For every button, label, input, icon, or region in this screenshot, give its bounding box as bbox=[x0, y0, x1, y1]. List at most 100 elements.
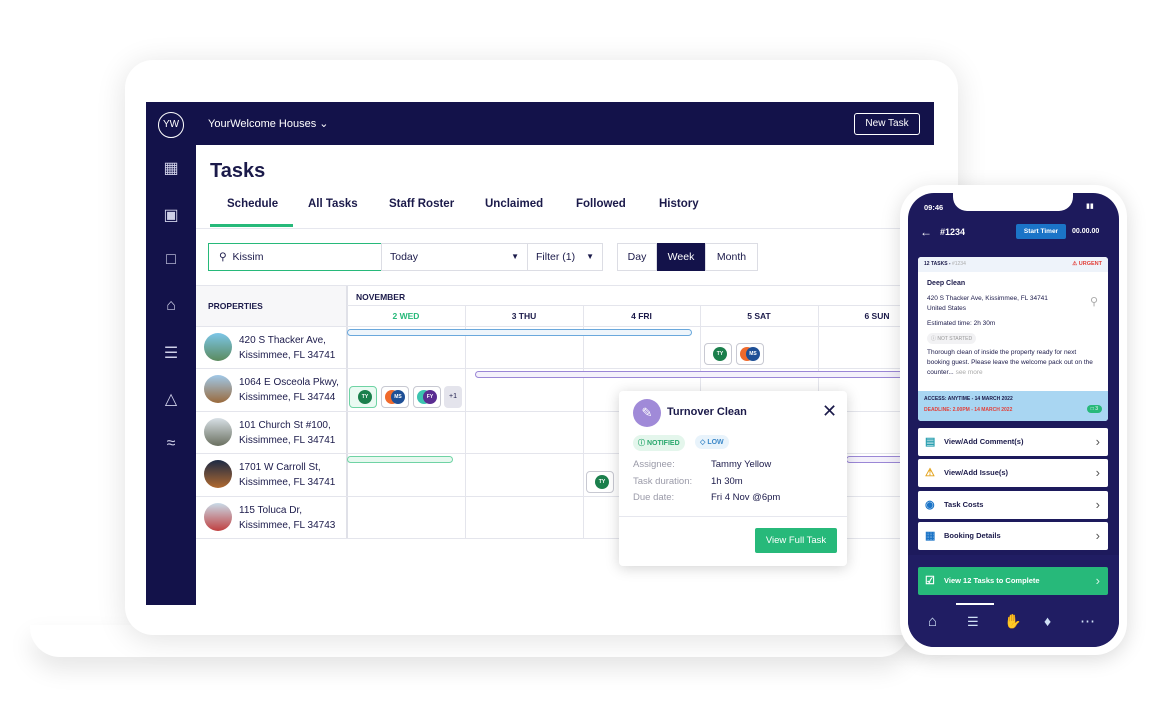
task-chip[interactable]: TY bbox=[586, 471, 614, 493]
see-more-link[interactable]: see more bbox=[956, 369, 983, 376]
task-chip[interactable]: MS bbox=[381, 386, 409, 408]
property-city: Kissimmee, FL 34744 bbox=[239, 392, 336, 403]
org-name: YourWelcome Houses bbox=[208, 118, 317, 130]
analytics-icon[interactable]: ≈ bbox=[161, 435, 181, 455]
properties-header: PROPERTIES bbox=[208, 301, 263, 311]
task-card[interactable]: 12 TASKS - #1234 ⚠ URGENT Deep Clean 420… bbox=[918, 257, 1108, 421]
month-label: NOVEMBER bbox=[356, 292, 406, 302]
chevron-right-icon: › bbox=[1095, 497, 1100, 512]
org-switcher[interactable]: YourWelcome Houses ⌄ bbox=[208, 117, 329, 130]
app-logo[interactable]: YW bbox=[158, 112, 184, 138]
search-input[interactable]: ⚲ Kissim bbox=[208, 243, 382, 271]
phone-notch bbox=[953, 193, 1073, 211]
task-address: 420 S Thacker Ave, Kissimmee, FL 34741 Un… bbox=[927, 295, 1048, 312]
property-icon[interactable]: ⌂ bbox=[161, 297, 181, 317]
property-city: Kissimmee, FL 34741 bbox=[239, 477, 336, 488]
tab-unclaimed[interactable]: Unclaimed bbox=[485, 198, 543, 210]
avatar: FY bbox=[423, 390, 437, 404]
property-address: 115 Toluca Dr, bbox=[239, 505, 303, 516]
bell-icon[interactable]: ♦ bbox=[1044, 613, 1051, 629]
popover-title: Turnover Clean bbox=[667, 406, 747, 418]
property-thumbnail bbox=[204, 375, 232, 403]
property-row-3[interactable]: 101 Church St #100, Kissimmee, FL 34741 bbox=[239, 418, 335, 448]
home-icon[interactable]: ⌂ bbox=[928, 613, 937, 630]
hand-icon[interactable]: ✋ bbox=[1004, 613, 1021, 630]
estimated-time: Estimated time: 2h 30m bbox=[927, 320, 996, 327]
tab-staff-roster[interactable]: Staff Roster bbox=[389, 198, 454, 210]
menu-task-costs[interactable]: ◉ Task Costs › bbox=[918, 491, 1108, 519]
filter-value: Filter (1) bbox=[536, 251, 576, 263]
tasks-icon[interactable]: ☰ bbox=[161, 343, 181, 363]
property-thumbnail bbox=[204, 418, 232, 446]
chevron-right-icon: › bbox=[1095, 465, 1100, 480]
assignee-label: Assignee: bbox=[633, 459, 675, 470]
property-row-1[interactable]: 420 S Thacker Ave, Kissimmee, FL 34741 bbox=[239, 333, 335, 363]
task-chip[interactable]: TY bbox=[704, 343, 732, 365]
filter-select[interactable]: Filter (1) ▼ bbox=[527, 243, 603, 271]
avatar: TY bbox=[358, 390, 372, 404]
property-city: Kissimmee, FL 34743 bbox=[239, 520, 336, 531]
menu-comments[interactable]: ▤ View/Add Comment(s) › bbox=[918, 428, 1108, 456]
contact-icon[interactable]: ▣ bbox=[161, 205, 181, 225]
chevron-down-icon: ⌄ bbox=[319, 118, 329, 130]
close-icon[interactable]: ✕ bbox=[822, 401, 837, 422]
duration-value: 1h 30m bbox=[711, 476, 743, 487]
tab-history[interactable]: History bbox=[659, 198, 699, 210]
task-chip[interactable]: MS bbox=[736, 343, 764, 365]
day-header-thu: 3 THU bbox=[511, 311, 537, 321]
property-city: Kissimmee, FL 34741 bbox=[239, 350, 336, 361]
property-thumbnail bbox=[204, 460, 232, 488]
phone-frame: 09:46 ▮▮ ← #1234 Start Timer 00.00.00 12… bbox=[900, 185, 1127, 655]
chevron-right-icon: › bbox=[1095, 573, 1100, 588]
piggy-bank-icon: ◉ bbox=[925, 499, 935, 511]
divider bbox=[196, 228, 934, 229]
task-title: Deep Clean bbox=[927, 280, 966, 287]
property-row-2[interactable]: 1064 E Osceola Pkwy, Kissimmee, FL 34744 bbox=[239, 375, 339, 405]
service-bell-icon[interactable]: △ bbox=[161, 389, 181, 409]
task-list-icon[interactable]: ☰ bbox=[967, 614, 979, 630]
task-status-badge: ⓘ NOT STARTED bbox=[927, 333, 977, 344]
view-week-button[interactable]: Week bbox=[657, 243, 705, 271]
property-city: Kissimmee, FL 34741 bbox=[239, 435, 336, 446]
more-icon[interactable]: ⋯ bbox=[1080, 612, 1095, 630]
tab-schedule[interactable]: Schedule bbox=[227, 198, 278, 210]
task-bar[interactable] bbox=[347, 329, 692, 336]
avatar: MS bbox=[746, 347, 760, 361]
chevron-right-icon: › bbox=[1095, 434, 1100, 449]
access-info: ACCESS: ANYTIME - 14 MARCH 2022 bbox=[924, 396, 1013, 402]
chevron-right-icon: › bbox=[1095, 528, 1100, 543]
menu-issues[interactable]: ⚠ View/Add Issue(s) › bbox=[918, 459, 1108, 487]
view-tasks-button[interactable]: ☑ View 12 Tasks to Complete › bbox=[918, 567, 1108, 595]
view-full-task-button[interactable]: View Full Task bbox=[755, 528, 837, 553]
property-row-5[interactable]: 115 Toluca Dr, Kissimmee, FL 34743 bbox=[239, 503, 335, 533]
property-thumbnail bbox=[204, 333, 232, 361]
tab-followed[interactable]: Followed bbox=[576, 198, 626, 210]
task-bar[interactable] bbox=[475, 371, 934, 378]
active-tab-indicator bbox=[210, 224, 293, 227]
property-address: 1701 W Carroll St, bbox=[239, 462, 321, 473]
task-bar[interactable] bbox=[347, 456, 453, 463]
new-task-button[interactable]: New Task bbox=[854, 113, 920, 135]
task-chip[interactable]: TY bbox=[349, 386, 377, 408]
property-row-4[interactable]: 1701 W Carroll St, Kissimmee, FL 34741 bbox=[239, 460, 335, 490]
page-title: Tasks bbox=[210, 160, 266, 182]
due-label: Due date: bbox=[633, 492, 675, 503]
menu-booking-details[interactable]: ▦ Booking Details › bbox=[918, 522, 1108, 550]
calendar-icon: ▦ bbox=[925, 530, 936, 542]
assignee-value: Tammy Yellow bbox=[711, 459, 772, 470]
chat-icon[interactable]: □ bbox=[161, 251, 181, 271]
start-timer-button[interactable]: Start Timer bbox=[1016, 224, 1066, 239]
back-arrow-icon[interactable]: ← bbox=[920, 225, 932, 239]
search-icon: ⚲ bbox=[219, 251, 227, 263]
location-pin-icon[interactable]: ⚲ bbox=[1090, 295, 1098, 308]
date-select[interactable]: Today ▼ bbox=[381, 243, 528, 271]
top-bar: YW YourWelcome Houses ⌄ New Task bbox=[146, 102, 934, 145]
task-chip[interactable]: FY bbox=[413, 386, 441, 408]
more-assignees-badge[interactable]: +1 bbox=[444, 386, 462, 408]
avatar: TY bbox=[713, 347, 727, 361]
tab-all-tasks[interactable]: All Tasks bbox=[308, 198, 358, 210]
active-nav-indicator bbox=[956, 603, 994, 605]
calendar-icon[interactable]: ▦ bbox=[161, 158, 181, 178]
view-day-button[interactable]: Day bbox=[617, 243, 657, 271]
view-month-button[interactable]: Month bbox=[705, 243, 758, 271]
